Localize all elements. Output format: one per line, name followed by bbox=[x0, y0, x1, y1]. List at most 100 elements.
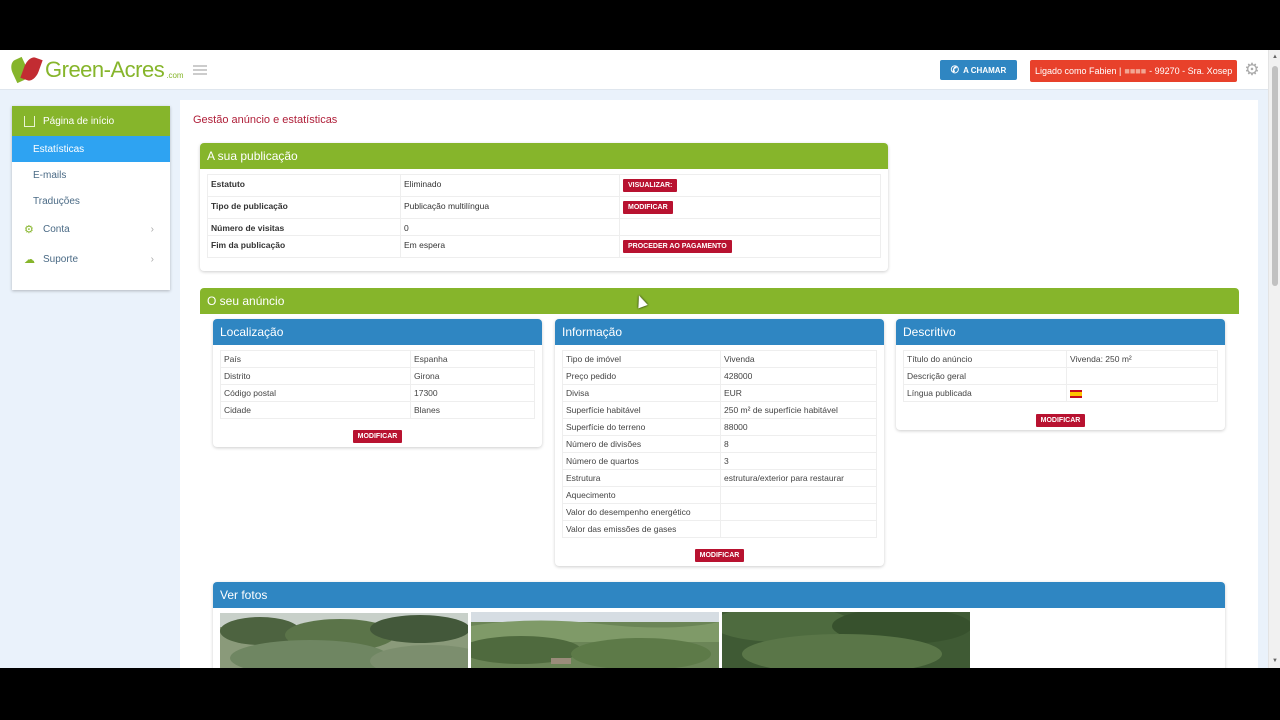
photos-card-title: Ver fotos bbox=[213, 582, 1225, 608]
row-label: Preço pedido bbox=[562, 367, 721, 385]
row-label: Aquecimento bbox=[562, 486, 721, 504]
modify-information-button[interactable]: MODIFICAR bbox=[694, 549, 745, 562]
row-value bbox=[720, 486, 877, 504]
property-photo[interactable] bbox=[471, 612, 719, 668]
row-label: Distrito bbox=[220, 367, 411, 385]
description-table: Título do anúncio Vivenda: 250 m² Descriç… bbox=[903, 350, 1218, 402]
gear-icon: ⚙ bbox=[24, 223, 34, 236]
leaf-logo-icon bbox=[8, 55, 43, 84]
property-photo-image bbox=[220, 613, 468, 668]
sidebar-item-support[interactable]: ☁ Suporte › bbox=[12, 244, 170, 274]
sidebar: Página de início Estatísticas E-mails Tr… bbox=[12, 106, 170, 290]
row-value bbox=[720, 520, 877, 538]
logged-in-user-badge[interactable]: Ligado como Fabien | ■■■■ - 99270 - Sra.… bbox=[1030, 60, 1237, 82]
information-card-title: Informação bbox=[555, 319, 884, 345]
row-value: 3 bbox=[720, 452, 877, 470]
row-value: EUR bbox=[720, 384, 877, 402]
row-label: Superfície do terreno bbox=[562, 418, 721, 436]
menu-toggle-icon[interactable] bbox=[193, 65, 207, 75]
scrollbar-thumb[interactable] bbox=[1272, 66, 1278, 286]
table-row: Descrição geral bbox=[903, 367, 1218, 385]
view-button[interactable]: VISUALIZAR: bbox=[623, 179, 678, 192]
sidebar-item-label: Suporte bbox=[43, 253, 79, 265]
row-label: Língua publicada bbox=[903, 384, 1067, 402]
row-label: Número de divisões bbox=[562, 435, 721, 453]
publication-table: Estatuto Eliminado VISUALIZAR: Tipo de p… bbox=[207, 174, 881, 258]
scroll-down-arrow-icon[interactable]: ▼ bbox=[1272, 658, 1278, 664]
empty-cell bbox=[619, 218, 881, 236]
row-value: Blanes bbox=[410, 401, 535, 419]
row-value bbox=[720, 503, 877, 521]
table-row: Superfície do terreno 88000 bbox=[562, 418, 877, 436]
chevron-right-icon: › bbox=[150, 223, 154, 235]
main-content: Gestão anúncio e estatísticas A sua publ… bbox=[180, 100, 1258, 668]
call-button-label: A CHAMAR bbox=[963, 65, 1007, 75]
row-value: Girona bbox=[410, 367, 535, 385]
row-label: Tipo de publicação bbox=[207, 196, 401, 219]
modify-location-button[interactable]: MODIFICAR bbox=[352, 430, 403, 443]
row-value: 428000 bbox=[720, 367, 877, 385]
description-card-title: Descritivo bbox=[896, 319, 1225, 345]
table-row: Aquecimento bbox=[562, 486, 877, 504]
brand-name: Green-Acres bbox=[45, 57, 165, 82]
row-value: 0 bbox=[400, 218, 620, 236]
spain-flag-icon bbox=[1070, 389, 1082, 398]
sidebar-subitem-label: Traduções bbox=[33, 195, 80, 207]
row-value: Em espera bbox=[400, 235, 620, 258]
table-row: Divisa EUR bbox=[562, 384, 877, 402]
property-photo[interactable] bbox=[220, 613, 468, 668]
page-title: Gestão anúncio e estatísticas bbox=[193, 114, 338, 126]
sidebar-subitem-translations[interactable]: Traduções bbox=[12, 188, 170, 214]
table-row: Língua publicada bbox=[903, 384, 1218, 402]
table-row: Número de visitas 0 bbox=[207, 218, 881, 236]
row-label: Fim da publicação bbox=[207, 235, 401, 258]
table-row: Número de divisões 8 bbox=[562, 435, 877, 453]
sidebar-item-account[interactable]: ⚙ Conta › bbox=[12, 214, 170, 244]
home-icon bbox=[24, 115, 35, 127]
page-scrollbar[interactable]: ▲ ▼ bbox=[1268, 50, 1280, 668]
modify-publication-type-button[interactable]: MODIFICAR bbox=[623, 201, 673, 214]
call-button[interactable]: ✆ A CHAMAR bbox=[940, 60, 1017, 80]
row-label: Valor do desempenho energético bbox=[562, 503, 721, 521]
row-label: Estrutura bbox=[562, 469, 721, 487]
row-label: Número de visitas bbox=[207, 218, 401, 236]
row-label: Número de quartos bbox=[562, 452, 721, 470]
sidebar-subitem-emails[interactable]: E-mails bbox=[12, 162, 170, 188]
proceed-to-payment-button[interactable]: PROCEDER AO PAGAMENTO bbox=[623, 240, 732, 253]
information-table: Tipo de imóvel Vivenda Preço pedido 428000… bbox=[562, 350, 877, 538]
green-acres-logo[interactable]: Green-Acres .com bbox=[8, 55, 184, 85]
scroll-up-arrow-icon[interactable]: ▲ bbox=[1272, 54, 1278, 60]
table-row: Código postal 17300 bbox=[220, 384, 535, 402]
row-value: Vivenda bbox=[720, 350, 877, 368]
table-row: Tipo de publicação Publicação multilíngu… bbox=[207, 196, 881, 219]
table-row: Distrito Girona bbox=[220, 367, 535, 385]
user-masked-id: ■■■■ bbox=[1124, 66, 1147, 76]
location-table: País Espanha Distrito Girona Código postal… bbox=[220, 350, 535, 419]
row-value: Eliminado bbox=[400, 174, 620, 197]
row-value bbox=[1066, 367, 1218, 385]
ad-panel: O seu anúncio Localização País Espanha Di… bbox=[200, 288, 1239, 668]
phone-icon: ✆ bbox=[950, 64, 960, 76]
sidebar-item-home[interactable]: Página de início bbox=[12, 106, 170, 136]
location-card: Localização País Espanha Distrito Girona C… bbox=[213, 319, 542, 447]
table-row: Cidade Blanes bbox=[220, 401, 535, 419]
row-label: Cidade bbox=[220, 401, 411, 419]
sidebar-subitem-statistics[interactable]: Estatísticas bbox=[12, 136, 170, 162]
table-row: Estrutura estrutura/exterior para restaur… bbox=[562, 469, 877, 487]
chevron-right-icon: › bbox=[150, 253, 154, 265]
property-photo[interactable] bbox=[722, 612, 970, 668]
table-row: Estatuto Eliminado VISUALIZAR: bbox=[207, 174, 881, 197]
sidebar-home-label: Página de início bbox=[43, 115, 115, 127]
row-value: Publicação multilíngua bbox=[400, 196, 620, 219]
modify-description-button[interactable]: MODIFICAR bbox=[1035, 414, 1086, 427]
settings-gear-icon[interactable]: ⚙ bbox=[1243, 61, 1261, 79]
user-suffix: - 99270 - Sra. Xosep bbox=[1149, 66, 1233, 76]
table-row: Preço pedido 428000 bbox=[562, 367, 877, 385]
row-value: 250 m² de superfície habitável bbox=[720, 401, 877, 419]
row-value bbox=[1066, 384, 1218, 402]
chat-icon: ☁ bbox=[24, 253, 35, 266]
brand-tld: .com bbox=[166, 70, 184, 80]
row-label: Superfície habitável bbox=[562, 401, 721, 419]
top-navbar: Green-Acres .com ✆ A CHAMAR Ligado como … bbox=[0, 50, 1280, 90]
row-value: Espanha bbox=[410, 350, 535, 368]
